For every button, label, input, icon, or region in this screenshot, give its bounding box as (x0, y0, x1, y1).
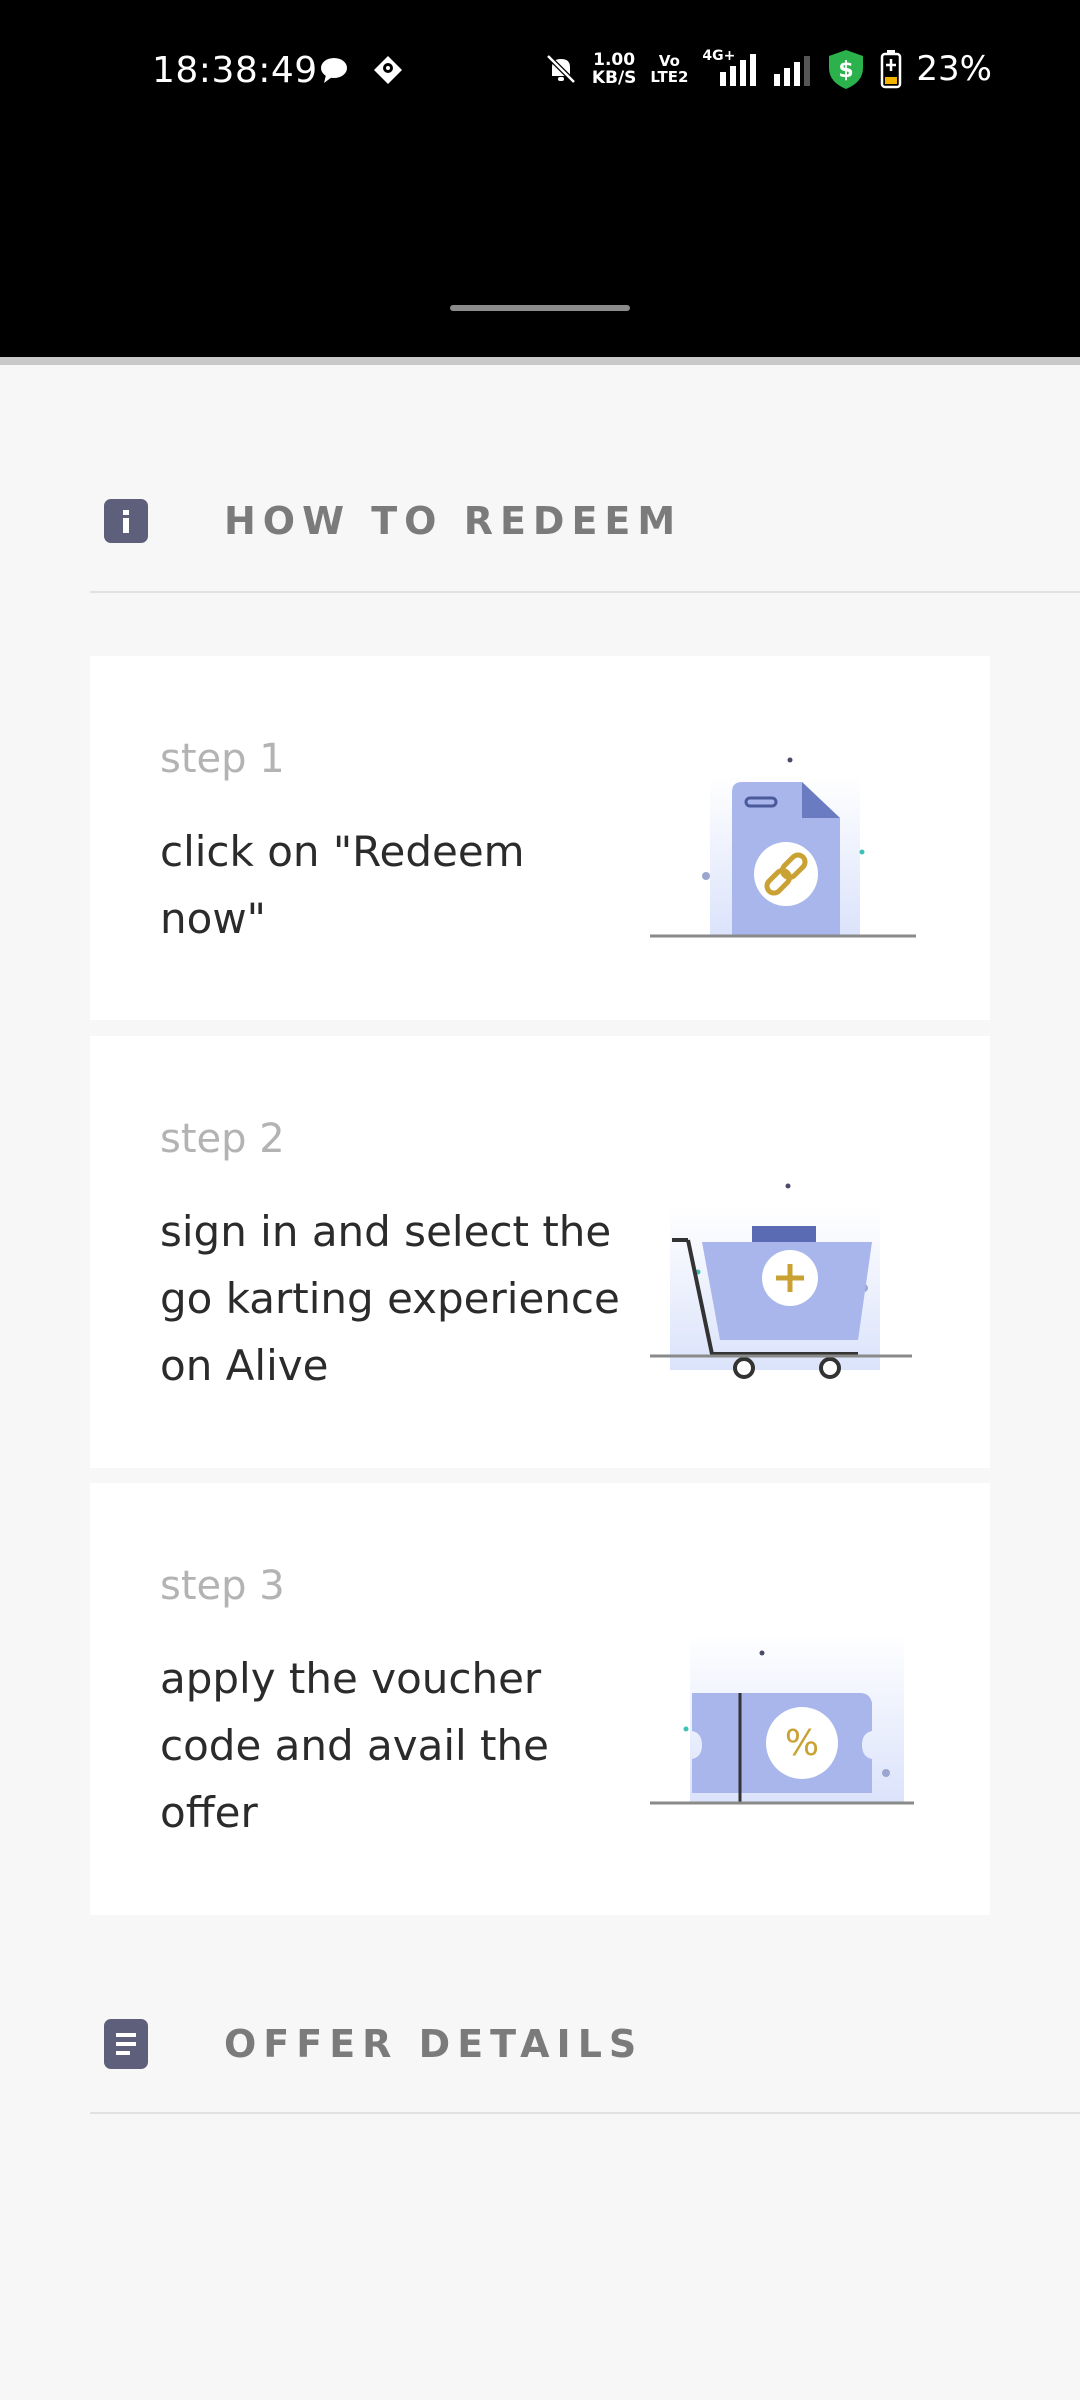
sheet-drag-handle[interactable] (450, 305, 630, 311)
signal-4g-icon: 4G+ (702, 48, 758, 86)
document-link-icon (650, 757, 916, 938)
volte-indicator: Vo LTE2 (650, 53, 688, 85)
how-to-redeem-header[interactable]: HOW TO REDEEM (104, 499, 682, 543)
clock: 18:38:49 (152, 50, 318, 91)
offer-details-title: OFFER DETAILS (224, 2022, 644, 2066)
step-text: apply the voucher code and avail the off… (160, 1654, 549, 1837)
info-icon (104, 499, 148, 543)
battery-percent: 23% (916, 49, 992, 89)
notification-icons (318, 54, 404, 86)
system-icons: 1.00 KB/S Vo LTE2 4G+ $ 23% (544, 48, 992, 90)
divider (90, 591, 1080, 593)
mute-bell-icon (546, 54, 576, 84)
location-pin-icon (374, 56, 402, 84)
volte-bottom: LTE2 (650, 68, 689, 86)
shopping-cart-add-icon (650, 1183, 912, 1379)
offer-details-header[interactable]: OFFER DETAILS (104, 2019, 643, 2069)
step-text: click on "Redeem now" (160, 827, 525, 943)
svg-text:$: $ (839, 58, 854, 83)
network-speed-value: 1.00 (593, 50, 636, 70)
voucher-percent-icon: % (650, 1633, 914, 1805)
step-label: step 1 (160, 736, 285, 782)
step-card-3: step 3 apply the voucher code and avail … (90, 1483, 990, 1915)
signal-icon (774, 56, 811, 86)
list-icon (104, 2019, 148, 2069)
chat-bubble-icon (321, 58, 347, 83)
step-label: step 3 (160, 1563, 285, 1609)
svg-text:%: % (785, 1723, 819, 1764)
step-label: step 2 (160, 1116, 285, 1162)
volte-top: Vo (658, 52, 680, 70)
shield-dollar-icon: $ (829, 50, 864, 89)
network-speed: 1.00 KB/S (592, 51, 637, 87)
step-text: sign in and select the go karting experi… (160, 1207, 620, 1390)
divider (90, 2112, 1080, 2114)
step-card-2: step 2 sign in and select the go karting… (90, 1036, 990, 1468)
status-bar: 18:38:49 1.00 KB/S Vo LTE2 4G+ $ 23% (0, 0, 1080, 358)
how-to-redeem-title: HOW TO REDEEM (224, 499, 683, 543)
network-speed-unit: KB/S (591, 68, 637, 88)
battery-icon (881, 50, 902, 89)
step-card-1: step 1 click on "Redeem now" (90, 656, 990, 1020)
